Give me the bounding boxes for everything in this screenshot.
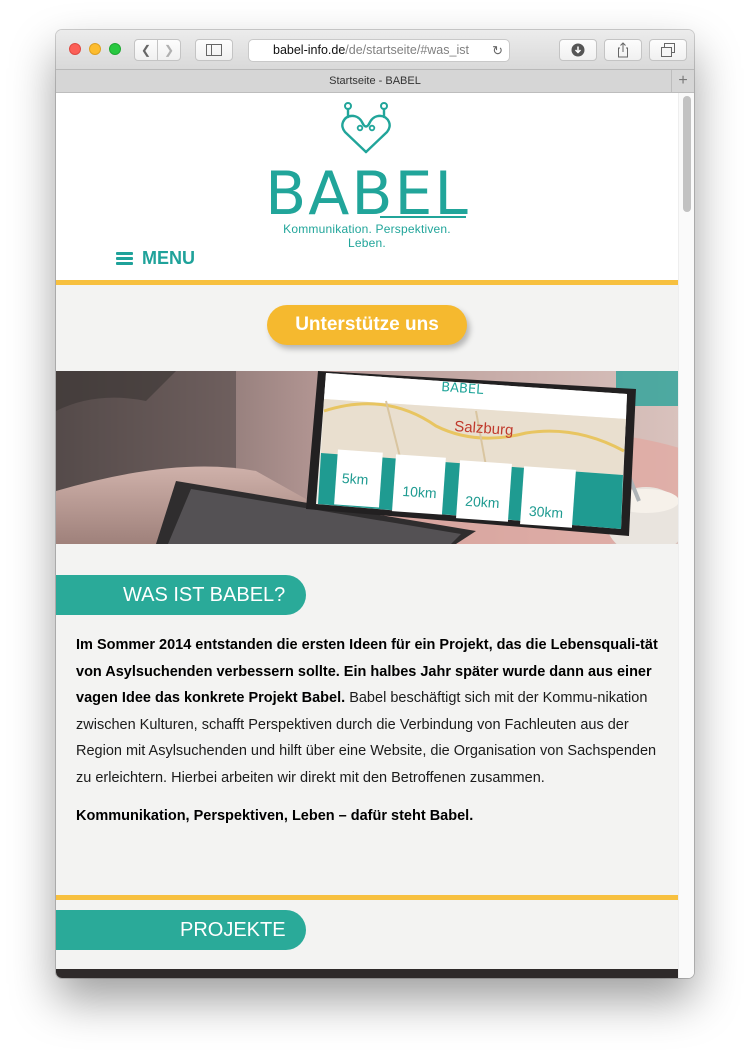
- menu-button[interactable]: MENU: [116, 245, 195, 271]
- about-closing: Kommunikation, Perspektiven, Leben – daf…: [76, 808, 474, 824]
- site-header: BABEL Kommunikation. Perspektiven. Leben…: [56, 93, 679, 280]
- downloads-button[interactable]: [559, 39, 597, 61]
- hero-card-2: 10km: [402, 483, 437, 501]
- page-viewport: BABEL Kommunikation. Perspektiven. Leben…: [56, 93, 694, 978]
- section-heading-was-ist-babel: WAS IST BABEL?: [56, 575, 306, 615]
- hero-laptop-photo: Salzburg BABEL 5km 10km 20km 30km: [56, 371, 679, 544]
- hero-card-3: 20km: [465, 493, 500, 511]
- screen-logo: BABEL: [441, 380, 485, 398]
- close-window-button[interactable]: [69, 43, 81, 55]
- hero-card-1: 5km: [341, 470, 369, 488]
- section-heading-label: PROJEKTE: [180, 919, 286, 941]
- tabs-overview-button[interactable]: [649, 39, 687, 61]
- scrollbar-thumb[interactable]: [683, 96, 691, 212]
- sidebar-button[interactable]: [195, 39, 233, 61]
- section-heading-projekte: PROJEKTE: [56, 910, 306, 950]
- reload-icon[interactable]: ↻: [492, 40, 503, 61]
- url-path: /de/startseite/#was_ist: [345, 43, 469, 57]
- menu-label: MENU: [142, 247, 195, 268]
- logo-tagline: Kommunikation. Perspektiven. Leben.: [283, 222, 451, 250]
- hamburger-icon: [116, 251, 133, 265]
- share-button[interactable]: [604, 39, 642, 61]
- sidebar-icon: [206, 44, 222, 56]
- about-paragraph: Im Sommer 2014 entstanden die ersten Ide…: [76, 632, 664, 791]
- minimize-window-button[interactable]: [89, 43, 101, 55]
- back-button[interactable]: ❮: [134, 39, 158, 61]
- chevron-right-icon: ❯: [163, 43, 175, 57]
- url-domain: babel-info.de: [273, 43, 346, 57]
- tab-title[interactable]: Startseite - BABEL: [329, 75, 421, 87]
- section-divider: [56, 895, 679, 900]
- hero-image: Salzburg BABEL 5km 10km 20km 30km: [56, 371, 679, 544]
- zoom-window-button[interactable]: [109, 43, 121, 55]
- share-icon: [618, 42, 628, 58]
- section-heading-label: WAS IST BABEL?: [123, 584, 286, 606]
- hero-card-4: 30km: [528, 503, 563, 521]
- header-divider: [56, 280, 679, 285]
- projects-image-strip: [56, 969, 679, 978]
- support-button[interactable]: Unterstütze uns: [267, 305, 467, 345]
- browser-toolbar: ❮ ❯ babel-info.de/de/startseite/#was_ist…: [56, 30, 694, 70]
- address-bar[interactable]: babel-info.de/de/startseite/#was_ist ↻: [248, 39, 510, 62]
- tab-bar: Startseite - BABEL +: [56, 70, 694, 93]
- new-tab-button[interactable]: +: [671, 70, 694, 92]
- page-scrollbar[interactable]: [678, 93, 694, 978]
- tabs-icon: [661, 43, 675, 57]
- about-text: Im Sommer 2014 entstanden die ersten Ide…: [76, 632, 664, 842]
- chevron-left-icon: ❮: [140, 43, 152, 57]
- download-icon: [571, 43, 585, 57]
- about-closing-paragraph: Kommunikation, Perspektiven, Leben – daf…: [76, 803, 664, 830]
- forward-button[interactable]: ❯: [157, 39, 181, 61]
- browser-window: ❮ ❯ babel-info.de/de/startseite/#was_ist…: [56, 30, 694, 978]
